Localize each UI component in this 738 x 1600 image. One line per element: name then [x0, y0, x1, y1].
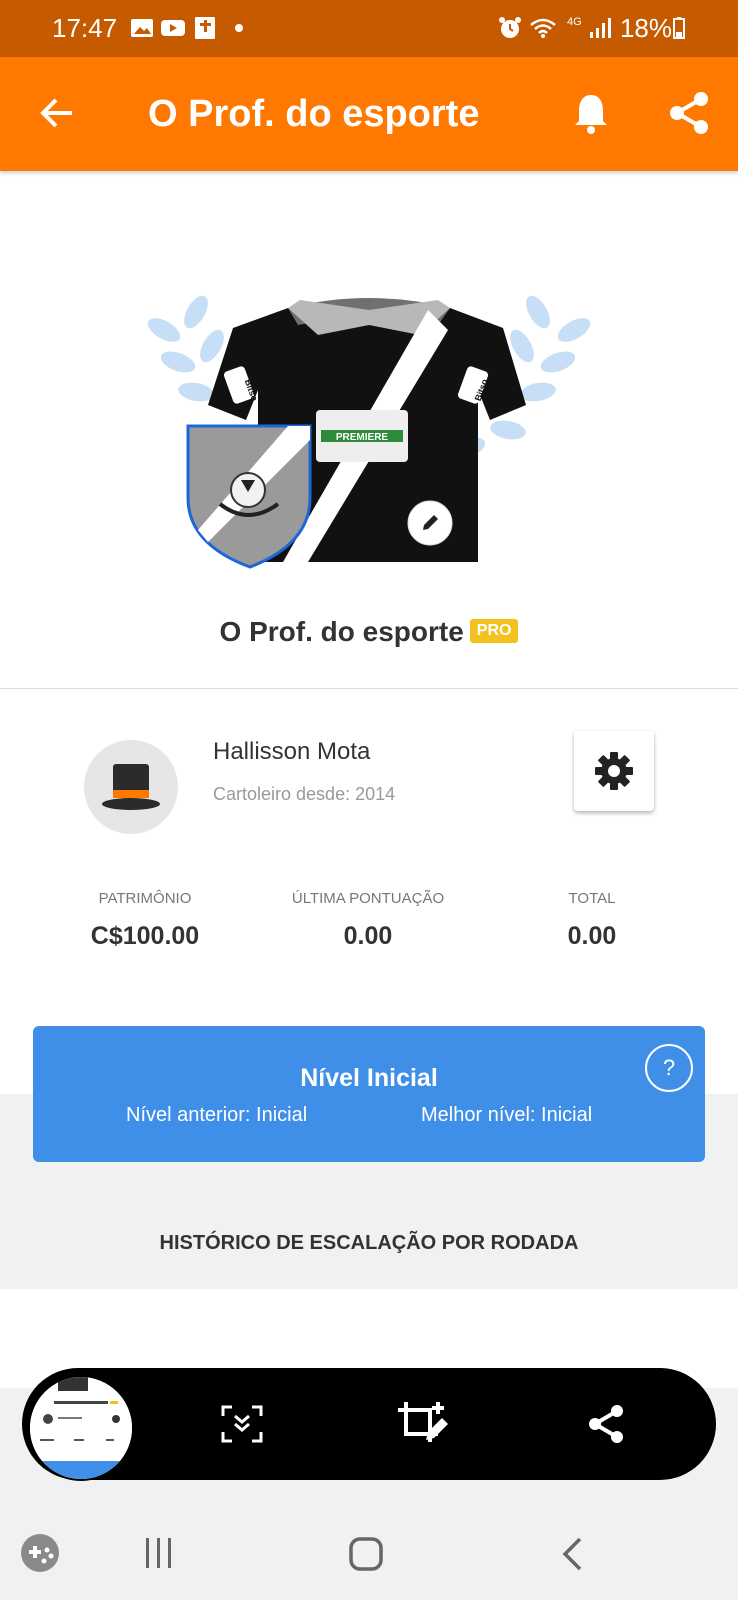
team-jersey-illustration: PREMIERE: [147, 295, 591, 569]
dot-icon: [235, 24, 243, 32]
stat-value-ultima-pontuacao: 0.00: [343, 922, 393, 950]
help-button[interactable]: ?: [645, 1044, 693, 1092]
gallery-icon: [131, 19, 153, 37]
gear-icon: [595, 752, 633, 790]
level-best: Melhor nível: Inicial: [421, 1104, 593, 1126]
avatar[interactable]: [84, 740, 178, 834]
app-bar: O Prof. do esporte: [0, 57, 738, 171]
youtube-icon: [161, 20, 185, 36]
status-bar: 17:47 4G 18%: [0, 0, 738, 57]
edit-pencil-icon[interactable]: [420, 513, 440, 533]
jersey-sponsor: PREMIERE: [336, 432, 389, 443]
stat-label-total: TOTAL: [568, 890, 616, 907]
divider: [0, 688, 738, 689]
share-icon[interactable]: [668, 91, 710, 135]
bell-icon[interactable]: [572, 91, 610, 135]
alarm-icon: [499, 17, 521, 38]
home-icon[interactable]: [348, 1536, 384, 1572]
back-arrow-icon[interactable]: [38, 94, 76, 132]
battery-icon: [673, 17, 685, 39]
screenshot-thumbnail[interactable]: [28, 1375, 134, 1481]
settings-button[interactable]: [574, 731, 654, 811]
stat-value-patrimonio: C$100.00: [90, 922, 200, 950]
pro-badge: PRO: [469, 618, 519, 643]
user-since: Cartoleiro desde: 2014: [213, 784, 396, 804]
thumbnail-preview: [30, 1377, 132, 1479]
signal-icon: [590, 18, 611, 38]
team-name-row: O Prof. do esporte PRO: [0, 616, 738, 648]
toolbar-share-icon[interactable]: [587, 1404, 625, 1444]
battery-percent: 18%: [619, 13, 672, 43]
network-type: 4G: [567, 16, 582, 28]
stat-label-ultima-pontuacao: ÚLTIMA PONTUAÇÃO: [291, 890, 445, 907]
level-title: Nível Inicial: [300, 1064, 438, 1092]
game-launcher-icon[interactable]: [20, 1533, 60, 1573]
level-card: Nível Inicial Nível anterior: Inicial Me…: [33, 1026, 705, 1162]
top-hat-icon: [102, 764, 160, 810]
team-name: O Prof. do esporte: [219, 616, 464, 647]
stat-label-patrimonio: PATRIMÔNIO: [98, 890, 192, 907]
bible-icon: [195, 17, 215, 39]
user-name: Hallisson Mota: [213, 738, 371, 765]
level-previous: Nível anterior: Inicial: [126, 1104, 308, 1126]
history-title: HISTÓRICO DE ESCALAÇÃO POR RODADA: [159, 1232, 579, 1254]
nav-back-icon[interactable]: [560, 1536, 584, 1572]
status-time: 17:47: [52, 13, 118, 43]
recents-icon[interactable]: [142, 1536, 176, 1570]
stat-value-total: 0.00: [567, 922, 617, 950]
crop-edit-icon[interactable]: [396, 1400, 452, 1446]
wifi-icon: [530, 18, 556, 38]
scroll-capture-icon[interactable]: [220, 1404, 264, 1444]
page-title: O Prof. do esporte: [148, 93, 480, 135]
